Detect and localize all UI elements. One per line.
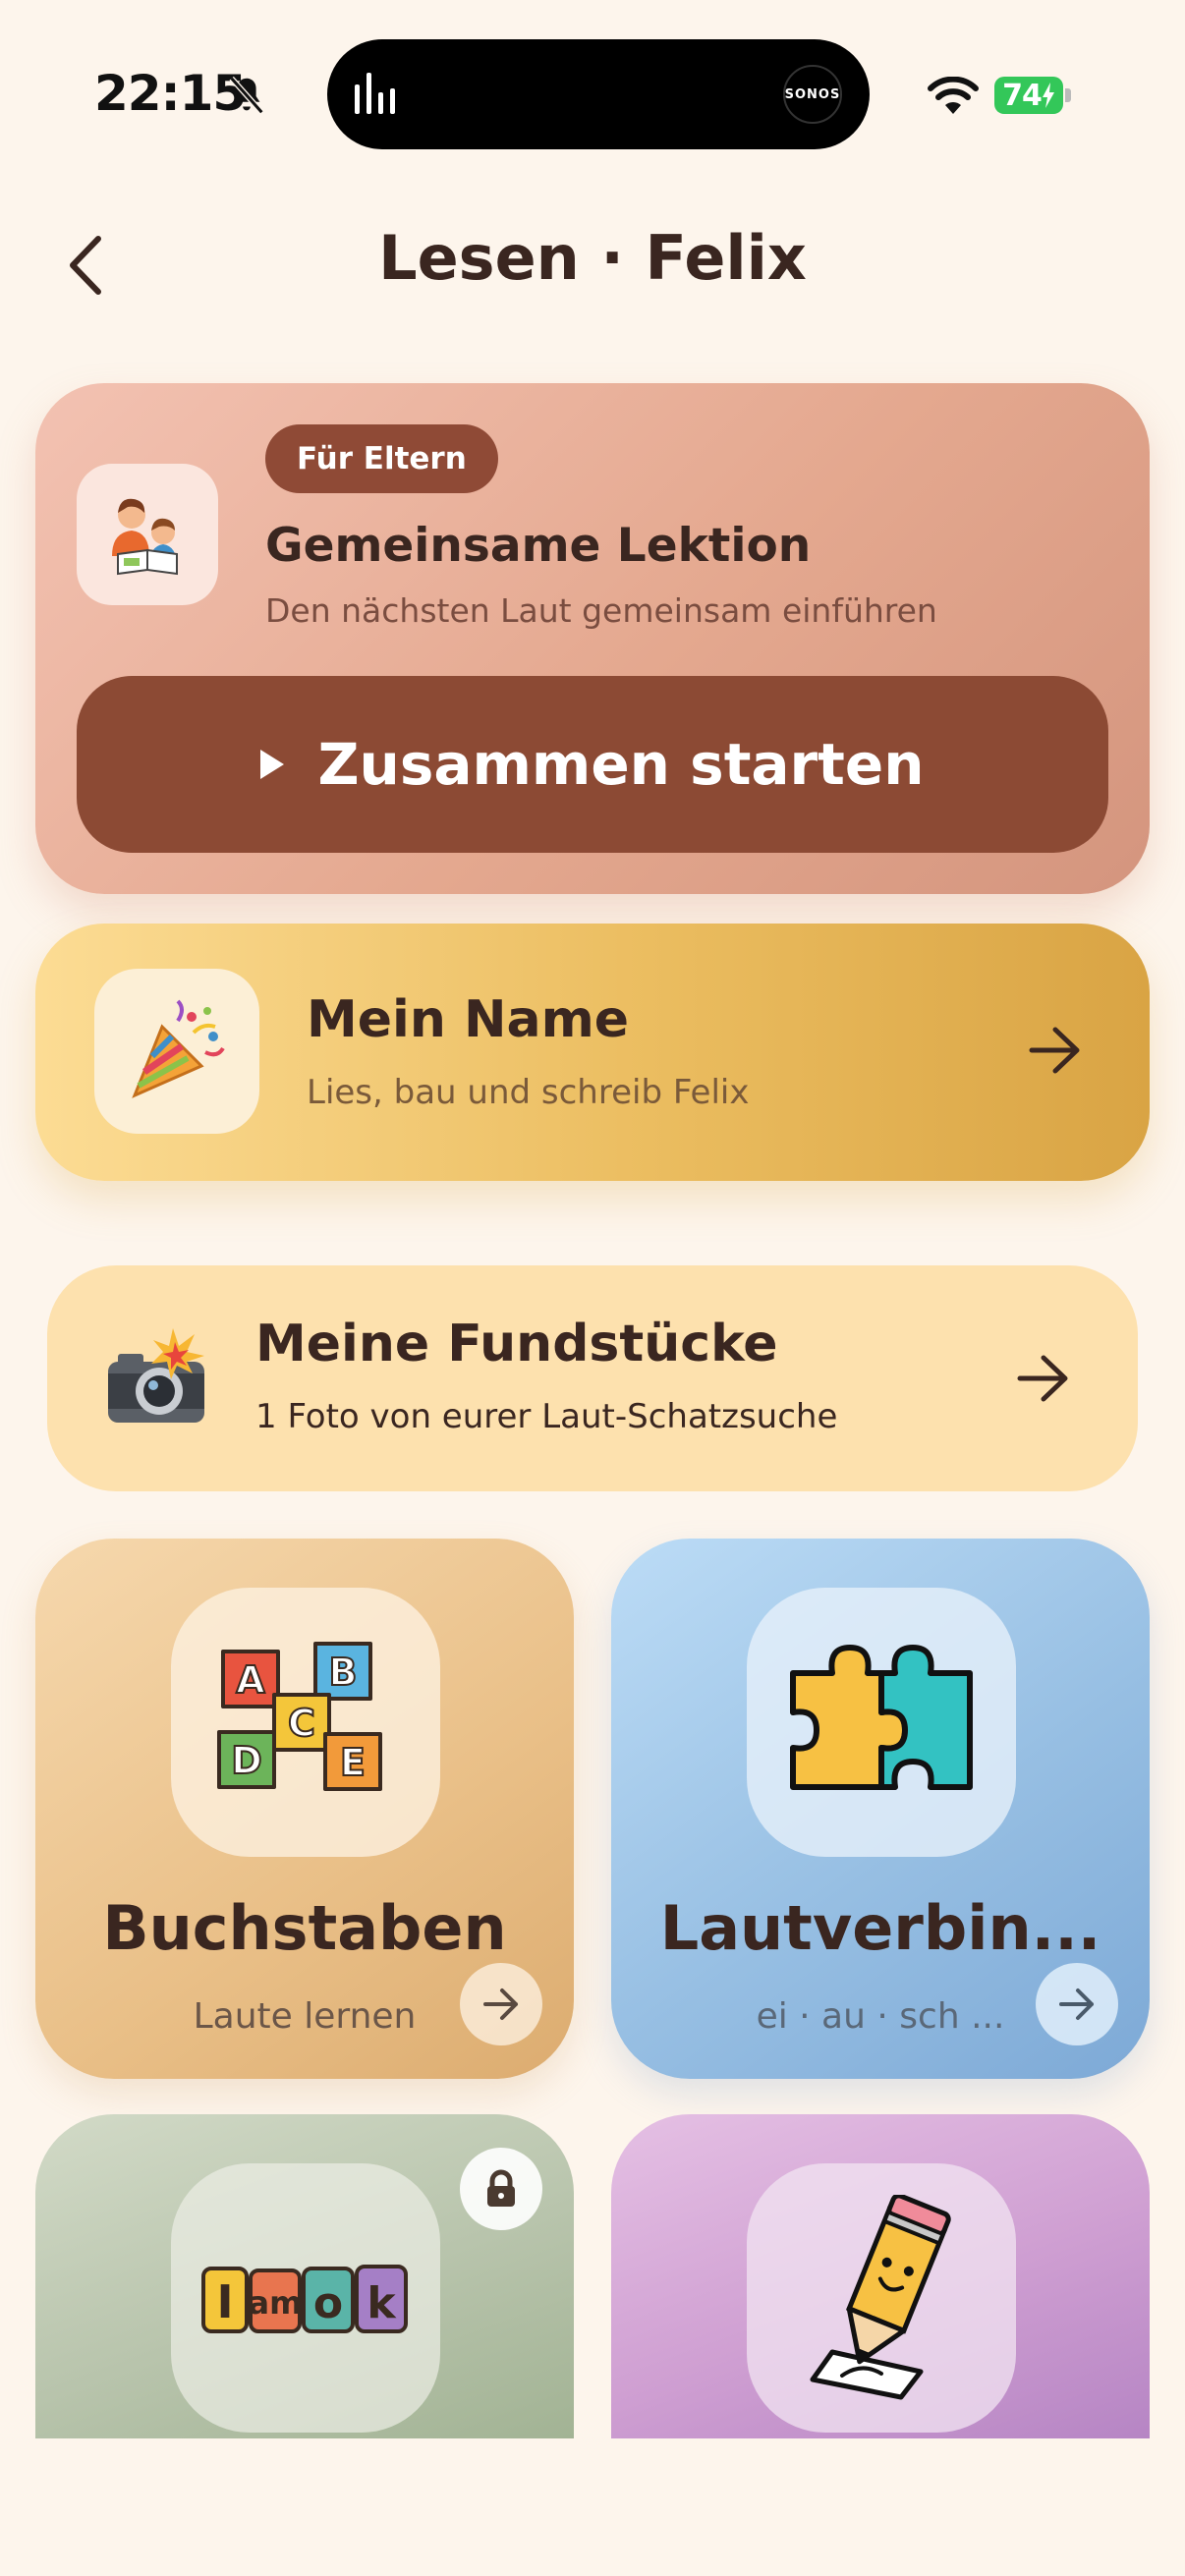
i-am-ok-word-tiles-icon: I am o k <box>171 2163 440 2433</box>
sonos-logo: SONOS <box>783 65 842 124</box>
arrow-right-icon <box>1017 1355 1068 1402</box>
audio-bars-icon <box>355 73 395 114</box>
wifi-icon <box>928 77 979 114</box>
svg-text:am: am <box>249 2284 303 2322</box>
my-finds-card[interactable]: Meine Fundstücke 1 Foto von eurer Laut-S… <box>47 1265 1138 1491</box>
charging-bolt-icon <box>1042 83 1054 108</box>
my-finds-subtitle: 1 Foto von eurer Laut-Schatzsuche <box>255 1397 838 1436</box>
tile-words-locked[interactable]: I am o k <box>35 2114 574 2438</box>
my-name-subtitle: Lies, bau und schreib Felix <box>307 1073 750 1112</box>
battery-level: 74 <box>1002 78 1043 113</box>
for-parents-badge: Für Eltern <box>265 424 498 493</box>
my-name-card[interactable]: Mein Name Lies, bau und schreib Felix <box>35 924 1150 1181</box>
svg-text:I: I <box>216 2275 233 2328</box>
parent-lesson-title: Gemeinsame Lektion <box>265 519 812 573</box>
page-title: Lesen · Felix <box>378 222 807 294</box>
arrow-right-icon <box>1029 1027 1080 1074</box>
bell-muted-icon <box>229 76 264 115</box>
my-name-title: Mein Name <box>307 990 630 1049</box>
party-popper-icon <box>94 969 259 1134</box>
battery-tip <box>1065 88 1071 102</box>
parent-lesson-subtitle: Den nächsten Laut gemeinsam einführen <box>265 591 937 630</box>
parent-child-reading-icon <box>77 464 218 605</box>
svg-text:k: k <box>367 2278 397 2328</box>
svg-text:E: E <box>340 1741 366 1784</box>
svg-text:A: A <box>236 1658 265 1702</box>
tile-sound-connections-title: Lautverbin... <box>659 1892 1101 1964</box>
lock-icon <box>487 2169 515 2207</box>
alphabet-blocks-icon: A B C D E <box>171 1588 440 1857</box>
arrow-right-icon <box>1059 1988 1094 2020</box>
svg-text:C: C <box>288 1702 315 1745</box>
tile-letters-arrow-button[interactable] <box>460 1963 542 2045</box>
tile-writing[interactable] <box>611 2114 1150 2438</box>
parent-lesson-card: Für Eltern Gemeinsame Lektion Den nächst… <box>35 383 1150 894</box>
lock-badge <box>460 2148 542 2230</box>
arrow-right-icon <box>483 1988 518 2020</box>
tile-sound-connections-arrow-button[interactable] <box>1036 1963 1118 2045</box>
status-bar: 22:15 SONOS 74 <box>0 0 1185 177</box>
dynamic-island: SONOS <box>327 39 870 149</box>
tile-letters-title: Buchstaben <box>102 1892 507 1964</box>
svg-text:o: o <box>313 2278 343 2328</box>
tile-letters[interactable]: A B C D E Buchstaben Laute lernen <box>35 1539 574 2079</box>
camera-flash-icon <box>108 1328 204 1423</box>
start-together-label: Zusammen starten <box>317 731 925 798</box>
battery-indicator: 74 <box>994 77 1063 114</box>
tile-sound-connections[interactable]: Lautverbin... ei · au · sch ... <box>611 1539 1150 2079</box>
svg-text:B: B <box>329 1651 358 1694</box>
puzzle-pieces-icon <box>747 1588 1016 1857</box>
smiling-pencil-icon <box>747 2163 1016 2433</box>
play-icon <box>260 750 285 779</box>
start-together-button[interactable]: Zusammen starten <box>77 676 1108 853</box>
my-finds-title: Meine Fundstücke <box>255 1315 778 1373</box>
svg-text:D: D <box>231 1739 262 1782</box>
